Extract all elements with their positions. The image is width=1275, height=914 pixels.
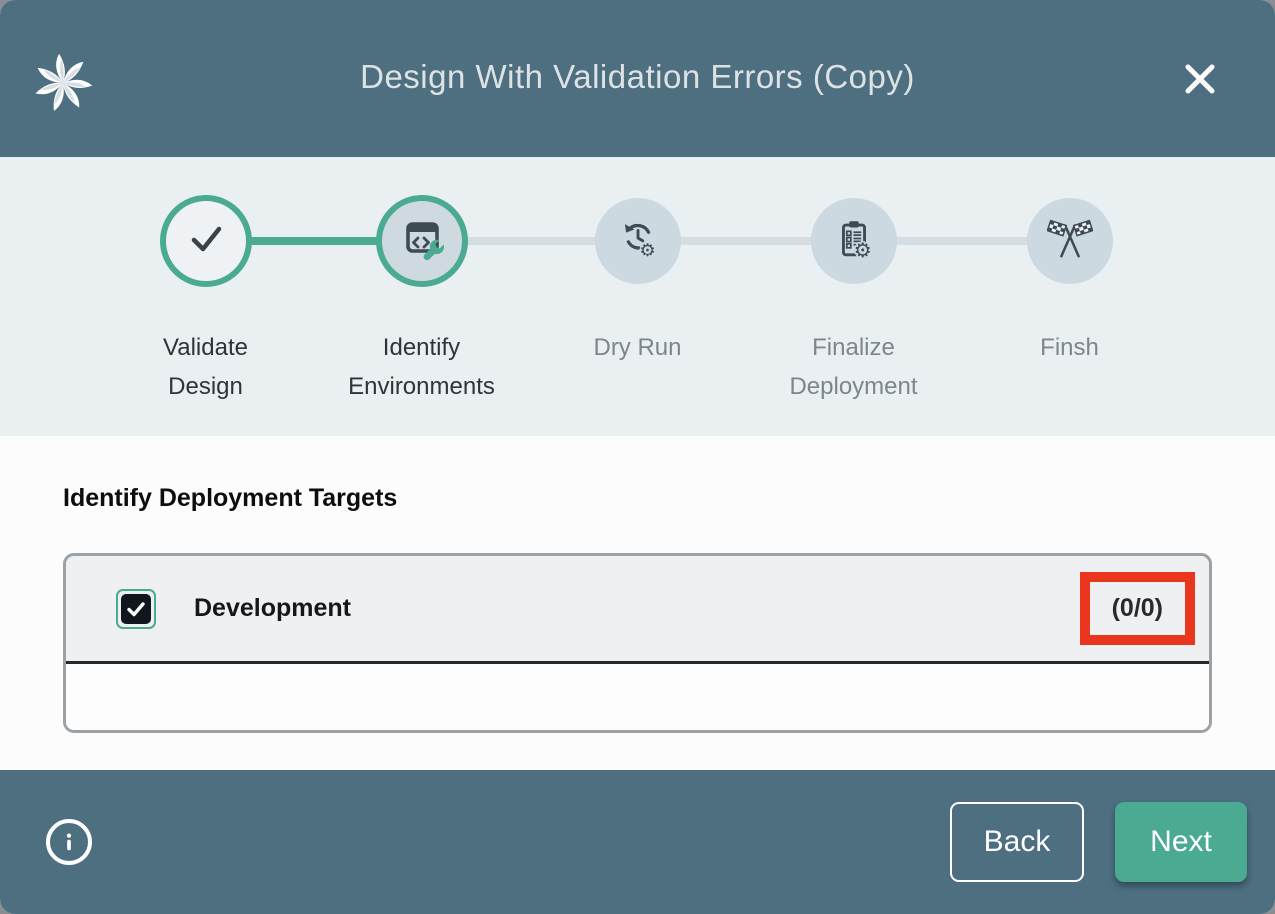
checkbox-checkmark-icon <box>121 594 151 624</box>
target-count-annotated: (0/0) <box>1080 572 1195 645</box>
wizard-stepper: Validate Design <box>0 157 1275 436</box>
targets-box-empty-area <box>66 664 1209 730</box>
step-label: Finsh <box>995 329 1145 368</box>
step-identify-environments: Identify Environments <box>314 195 530 407</box>
step-dry-run: ⚙ Dry Run <box>530 195 746 407</box>
step-validate-design: Validate Design <box>98 195 314 407</box>
step-label: Validate Design <box>131 329 281 407</box>
step-circle-active[interactable] <box>376 195 468 287</box>
development-checkbox[interactable] <box>116 589 156 629</box>
step-label: Finalize Deployment <box>779 329 929 407</box>
step-circle-upcoming[interactable]: ⚙ <box>595 198 681 284</box>
clipboard-gear-icon: ⚙ <box>831 216 877 267</box>
history-gear-icon: ⚙ <box>615 216 661 267</box>
info-icon[interactable] <box>46 819 92 865</box>
step-finalize-deployment: ⚙ Finalize Deployment <box>746 195 962 407</box>
dialog-title: Design With Validation Errors (Copy) <box>0 58 1275 96</box>
step-circle-upcoming[interactable] <box>1027 198 1113 284</box>
deployment-wizard-dialog: Design With Validation Errors (Copy) <box>0 0 1275 914</box>
target-row-development: Development (0/0) <box>66 556 1209 664</box>
checkered-flags-icon <box>1047 216 1093 267</box>
svg-text:⚙: ⚙ <box>853 238 871 262</box>
step-label: Identify Environments <box>347 329 497 407</box>
dialog-footer: Back Next <box>0 770 1275 914</box>
wizard-step-content: Identify Deployment Targets Development … <box>0 436 1275 770</box>
dialog-header: Design With Validation Errors (Copy) <box>0 0 1275 157</box>
code-window-wrench-icon <box>398 215 446 268</box>
deployment-targets-box: Development (0/0) <box>63 553 1212 733</box>
step-circle-upcoming[interactable]: ⚙ <box>811 198 897 284</box>
close-icon[interactable] <box>1177 56 1223 102</box>
check-icon <box>182 215 230 268</box>
back-button[interactable]: Back <box>950 802 1084 882</box>
step-label: Dry Run <box>563 329 713 368</box>
next-button[interactable]: Next <box>1115 802 1247 882</box>
target-name: Development <box>194 594 351 623</box>
content-heading: Identify Deployment Targets <box>63 484 1212 513</box>
svg-text:⚙: ⚙ <box>639 240 655 261</box>
step-circle-completed[interactable] <box>160 195 252 287</box>
step-finish: Finsh <box>962 195 1178 407</box>
